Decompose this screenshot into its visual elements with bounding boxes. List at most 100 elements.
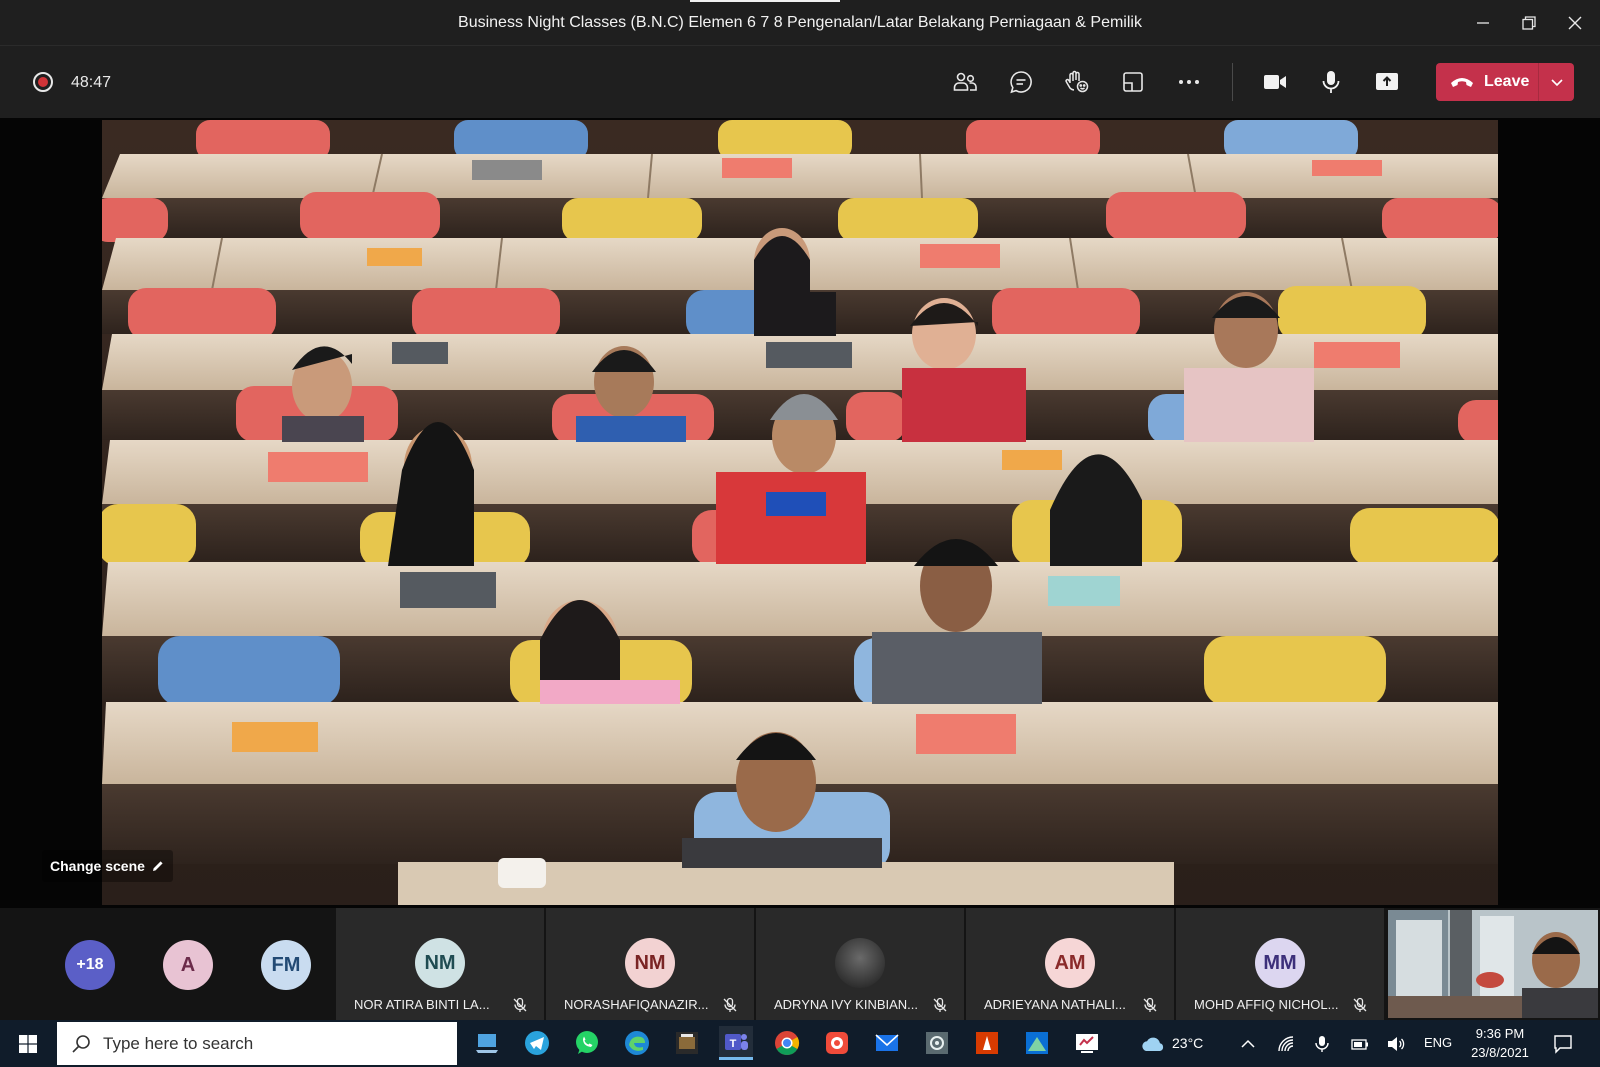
self-view-image: [1388, 910, 1598, 1018]
whatsapp-icon: [576, 1031, 598, 1054]
more-icon: [1179, 80, 1199, 84]
microphone-button[interactable]: [1313, 64, 1349, 100]
taskbar-app-maps[interactable]: [1020, 1026, 1054, 1060]
recording-indicator-icon: [33, 72, 53, 92]
recorder-icon: [826, 1032, 848, 1054]
minimize-icon: [1477, 22, 1489, 24]
window-title: Business Night Classes (B.N.C) Elemen 6 …: [458, 14, 1142, 31]
notification-center-icon[interactable]: [1552, 1033, 1574, 1055]
taskbar-app-mail[interactable]: [870, 1026, 904, 1060]
restore-icon: [1522, 16, 1536, 30]
search-placeholder: Type here to search: [103, 1033, 254, 1053]
together-mode-scene: [102, 120, 1498, 905]
chevron-up-icon[interactable]: [1238, 1034, 1258, 1054]
taskbar-app-office[interactable]: [970, 1026, 1004, 1060]
change-scene-label: Change scene: [50, 858, 145, 874]
minimize-button[interactable]: [1460, 0, 1506, 46]
taskbar-app-computer[interactable]: [470, 1026, 504, 1060]
chevron-down-icon: [1550, 79, 1563, 87]
office-icon: [976, 1032, 998, 1054]
taskbar-app-chrome[interactable]: [770, 1026, 804, 1060]
overflow-participants-button[interactable]: +18: [65, 940, 115, 990]
people-icon: [953, 72, 977, 91]
breakout-rooms-icon: [1123, 72, 1143, 92]
restore-button[interactable]: [1506, 0, 1552, 46]
participant-avatar: NM: [415, 938, 465, 988]
title-accent-strip: [690, 0, 840, 2]
participant-name: NORASHAFIQANAZIR...: [564, 997, 709, 1012]
chat-icon: [1010, 71, 1032, 94]
participant-tile[interactable]: NM NOR ATIRA BINTI LA...: [336, 908, 544, 1020]
meeting-timer: 48:47: [71, 74, 112, 91]
more-actions-button[interactable]: [1171, 64, 1207, 100]
weather-cloud-icon[interactable]: [1140, 1034, 1166, 1054]
participant-tile[interactable]: NM NORASHAFIQANAZIR...: [546, 908, 754, 1020]
weather-temperature[interactable]: 23°C: [1172, 1035, 1203, 1051]
participant-avatar-photo: [835, 938, 885, 988]
taskbar-app-teams[interactable]: T: [719, 1026, 753, 1060]
search-icon: [72, 1034, 90, 1053]
close-window-button[interactable]: [1552, 0, 1598, 46]
rooms-button[interactable]: [1115, 64, 1151, 100]
video-stage: Change scene: [0, 118, 1600, 908]
teams-icon: T: [725, 1033, 748, 1050]
classroom-scene-image: [102, 120, 1498, 905]
hang-up-icon: [1451, 78, 1473, 87]
participant-avatar[interactable]: FM: [261, 940, 311, 990]
chrome-icon: [775, 1031, 800, 1056]
language-indicator[interactable]: ENG: [1424, 1035, 1452, 1050]
taskbar-app-edge[interactable]: [620, 1026, 654, 1060]
chat-button[interactable]: [1003, 64, 1039, 100]
share-screen-icon: [1376, 73, 1398, 90]
reactions-button[interactable]: [1059, 64, 1095, 100]
mic-off-icon: [1353, 997, 1367, 1012]
edge-icon: [625, 1031, 649, 1055]
system-clock[interactable]: 9:36 PM 23/8/2021: [1462, 1024, 1538, 1062]
start-button[interactable]: [0, 1020, 56, 1067]
participant-tile[interactable]: MM MOHD AFFIQ NICHOL...: [1176, 908, 1384, 1020]
toolbar-divider: [1232, 63, 1233, 101]
participant-avatar: MM: [1255, 938, 1305, 988]
wifi-icon[interactable]: [1276, 1034, 1296, 1054]
participant-name: NOR ATIRA BINTI LA...: [354, 997, 490, 1012]
mic-off-icon: [933, 997, 947, 1012]
taskbar-app-whiteboard[interactable]: [1070, 1026, 1104, 1060]
clock-time: 9:36 PM: [1475, 1026, 1525, 1041]
change-scene-button[interactable]: Change scene: [42, 850, 173, 882]
settings-app-icon: [926, 1032, 948, 1054]
taskbar-app-telegram[interactable]: [520, 1026, 554, 1060]
computer-icon: [476, 1034, 498, 1053]
taskbar-app-settings[interactable]: [920, 1026, 954, 1060]
battery-icon[interactable]: [1350, 1034, 1370, 1054]
participant-avatar: NM: [625, 938, 675, 988]
taskbar-search-box[interactable]: Type here to search: [57, 1022, 457, 1065]
mic-off-icon: [513, 997, 527, 1012]
mail-icon: [875, 1034, 899, 1051]
taskbar-app-screen-recorder[interactable]: [820, 1026, 854, 1060]
video-camera-icon: [1264, 75, 1286, 89]
participant-name: ADRYNA IVY KINBIAN...: [774, 997, 919, 1012]
participant-name: MOHD AFFIQ NICHOL...: [1194, 997, 1339, 1012]
participant-strip: +18 A FM NM NOR ATIRA BINTI LA... NM NOR…: [0, 908, 1600, 1020]
participants-button[interactable]: [947, 64, 983, 100]
leave-button[interactable]: Leave: [1436, 63, 1574, 101]
raise-hand-icon: [1065, 70, 1089, 93]
share-content-button[interactable]: [1369, 64, 1405, 100]
participant-tile[interactable]: ADRYNA IVY KINBIAN...: [756, 908, 964, 1020]
maps-icon: [1026, 1032, 1048, 1054]
windows-logo-icon: [19, 1034, 37, 1053]
volume-icon[interactable]: [1386, 1034, 1406, 1054]
self-view-video[interactable]: [1388, 910, 1598, 1018]
participant-avatar[interactable]: A: [163, 940, 213, 990]
camera-button[interactable]: [1257, 64, 1293, 100]
pencil-icon: [152, 861, 163, 871]
taskbar-app-whatsapp[interactable]: [570, 1026, 604, 1060]
leave-main[interactable]: Leave: [1436, 63, 1538, 101]
title-bar: Business Night Classes (B.N.C) Elemen 6 …: [0, 0, 1600, 46]
tray-microphone-icon[interactable]: [1312, 1034, 1332, 1054]
leave-options-dropdown[interactable]: [1539, 75, 1574, 89]
taskbar-app-photo[interactable]: [670, 1026, 704, 1060]
mic-off-icon: [723, 997, 737, 1012]
windows-taskbar: Type here to search T 23°C ENG 9:36 PM 2…: [0, 1020, 1600, 1067]
participant-tile[interactable]: AM ADRIEYANA NATHALI...: [966, 908, 1174, 1020]
